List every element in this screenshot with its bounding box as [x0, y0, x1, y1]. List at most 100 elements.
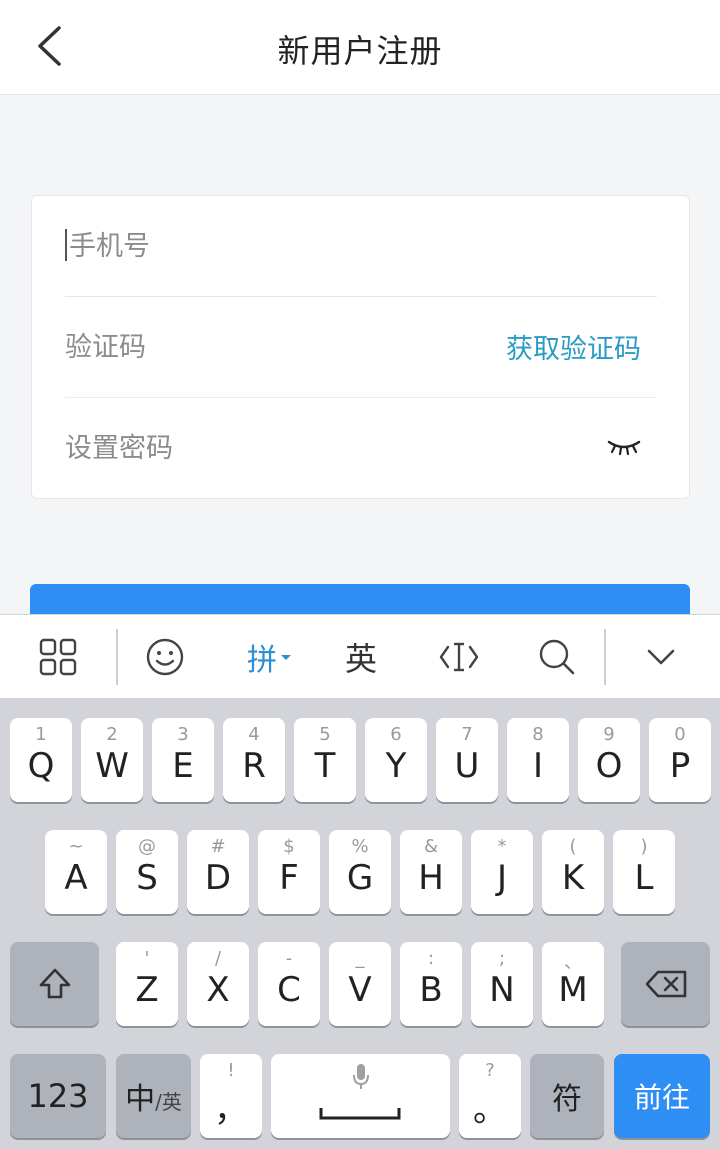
- chevron-down-icon: [647, 649, 675, 665]
- key-label: S: [136, 858, 158, 898]
- space-key[interactable]: [271, 1054, 450, 1138]
- key-n[interactable]: ; N: [471, 942, 533, 1026]
- key-x[interactable]: / X: [187, 942, 249, 1026]
- get-code-button[interactable]: 获取验证码: [506, 327, 641, 366]
- key-y[interactable]: 6Y: [365, 718, 427, 802]
- pinyin-label: 拼: [247, 643, 277, 678]
- key-e[interactable]: 3E: [152, 718, 214, 802]
- key-hint: 8: [532, 724, 544, 745]
- key-l[interactable]: ) L: [613, 830, 675, 914]
- key-label: T: [314, 746, 336, 786]
- key-r[interactable]: 4R: [223, 718, 285, 802]
- key-hint: 4: [248, 724, 260, 745]
- cursor-edit-button[interactable]: [424, 615, 494, 699]
- key-hint: 0: [674, 724, 686, 745]
- key-hint: (: [569, 836, 577, 857]
- comma-key[interactable]: ! ，: [200, 1054, 262, 1138]
- key-hint: :: [427, 948, 435, 969]
- key-label: Y: [385, 746, 407, 786]
- key-c[interactable]: -C: [258, 942, 320, 1026]
- key-label: L: [634, 858, 654, 898]
- key-label: N: [489, 970, 515, 1010]
- page-title: 新用户注册: [277, 32, 443, 70]
- key-m[interactable]: 、 M: [542, 942, 604, 1026]
- key-label: K: [561, 858, 585, 898]
- english-mode-button[interactable]: 英: [328, 615, 394, 699]
- key-f[interactable]: $ F: [258, 830, 320, 914]
- space-bar-icon: [319, 1108, 401, 1120]
- keyboard-menu-button[interactable]: [18, 615, 98, 699]
- search-button[interactable]: [522, 615, 592, 699]
- key-label: Q: [27, 746, 55, 786]
- key-hint: _: [355, 948, 365, 969]
- key-label: O: [595, 746, 623, 786]
- key-hint: %: [351, 836, 369, 857]
- registration-form: 获取验证码: [31, 195, 690, 499]
- key-hint: 5: [319, 724, 331, 745]
- shift-arrow-icon: [39, 968, 70, 999]
- toolbar-divider: [604, 629, 606, 685]
- key-label: B: [419, 970, 443, 1010]
- key-label: F: [279, 858, 299, 898]
- key-p[interactable]: 0P: [649, 718, 711, 802]
- key-i[interactable]: 8I: [507, 718, 569, 802]
- key-hint: @: [138, 836, 156, 857]
- key-hint: ;: [498, 948, 506, 969]
- backspace-icon: [645, 970, 686, 998]
- key-w[interactable]: 2W: [81, 718, 143, 802]
- pinyin-mode-button[interactable]: 拼: [230, 615, 310, 699]
- numbers-key[interactable]: 123: [10, 1054, 106, 1138]
- key-hint: 6: [390, 724, 402, 745]
- key-q[interactable]: 1Q: [10, 718, 72, 802]
- key-hint: ': [144, 948, 150, 969]
- phone-row: [65, 196, 657, 297]
- key-label: C: [277, 970, 301, 1010]
- key-v[interactable]: _ V: [329, 942, 391, 1026]
- key-label: G: [346, 858, 374, 898]
- key-hint: *: [497, 836, 507, 857]
- key-label: 。: [473, 1090, 507, 1130]
- microphone-icon: [353, 1064, 369, 1089]
- emoji-button[interactable]: [128, 615, 202, 699]
- keyboard-toolbar: 拼 英: [0, 614, 720, 699]
- verification-code-input[interactable]: [65, 297, 505, 397]
- go-key[interactable]: 前往: [614, 1054, 710, 1138]
- key-g[interactable]: % G: [329, 830, 391, 914]
- key-hint: 3: [177, 724, 189, 745]
- numbers-label: 123: [27, 1077, 89, 1115]
- language-switch-key[interactable]: 中/英: [116, 1054, 191, 1138]
- password-row: [65, 398, 657, 498]
- phone-input[interactable]: [69, 196, 509, 296]
- key-z[interactable]: ' Z: [116, 942, 178, 1026]
- key-o[interactable]: 9O: [578, 718, 640, 802]
- shift-key[interactable]: [10, 942, 99, 1026]
- backspace-key[interactable]: [621, 942, 710, 1026]
- key-hint: 1: [35, 724, 47, 745]
- key-label: R: [242, 746, 266, 786]
- symbols-key[interactable]: 符: [530, 1054, 604, 1138]
- key-hint: -: [285, 948, 293, 969]
- key-u[interactable]: 7U: [436, 718, 498, 802]
- text-cursor-icon: [439, 642, 479, 672]
- key-t[interactable]: 5T: [294, 718, 356, 802]
- key-hint: ): [640, 836, 648, 857]
- key-hint: #: [210, 836, 226, 857]
- toggle-password-visibility[interactable]: [607, 436, 641, 458]
- hide-keyboard-button[interactable]: [626, 615, 696, 699]
- key-k[interactable]: (K: [542, 830, 604, 914]
- password-input[interactable]: [65, 398, 505, 498]
- period-key[interactable]: ? 。: [459, 1054, 521, 1138]
- toolbar-divider: [116, 629, 118, 685]
- key-h[interactable]: & H: [400, 830, 462, 914]
- key-b[interactable]: :B: [400, 942, 462, 1026]
- key-d[interactable]: # D: [187, 830, 249, 914]
- key-a[interactable]: ~ A: [45, 830, 107, 914]
- key-label: I: [532, 746, 544, 786]
- key-j[interactable]: * J: [471, 830, 533, 914]
- key-hint: &: [423, 836, 439, 857]
- key-label: D: [204, 858, 232, 898]
- key-s[interactable]: @ S: [116, 830, 178, 914]
- key-hint: ~: [68, 836, 84, 857]
- eye-closed-icon: [607, 440, 641, 456]
- key-label: E: [172, 746, 194, 786]
